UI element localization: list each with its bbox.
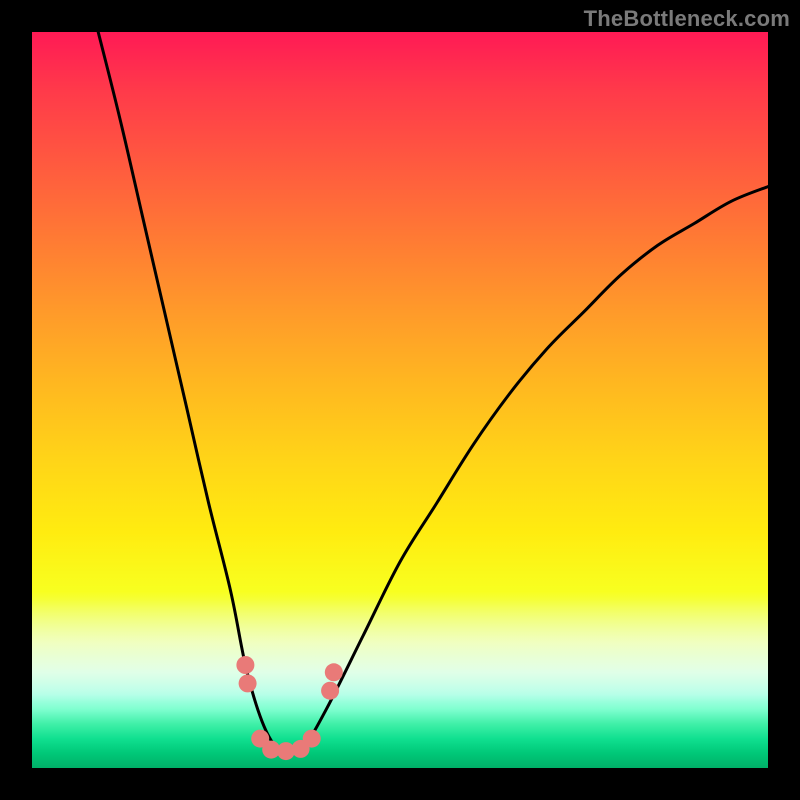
curve-marker [325, 663, 343, 681]
curve-marker [321, 682, 339, 700]
curve-marker [303, 730, 321, 748]
curve-marker [236, 656, 254, 674]
curve-marker [239, 674, 257, 692]
chart-frame: TheBottleneck.com [0, 0, 800, 800]
watermark-text: TheBottleneck.com [584, 6, 790, 32]
plot-area [32, 32, 768, 768]
bottleneck-curve [98, 32, 768, 753]
bottleneck-curve-svg [32, 32, 768, 768]
